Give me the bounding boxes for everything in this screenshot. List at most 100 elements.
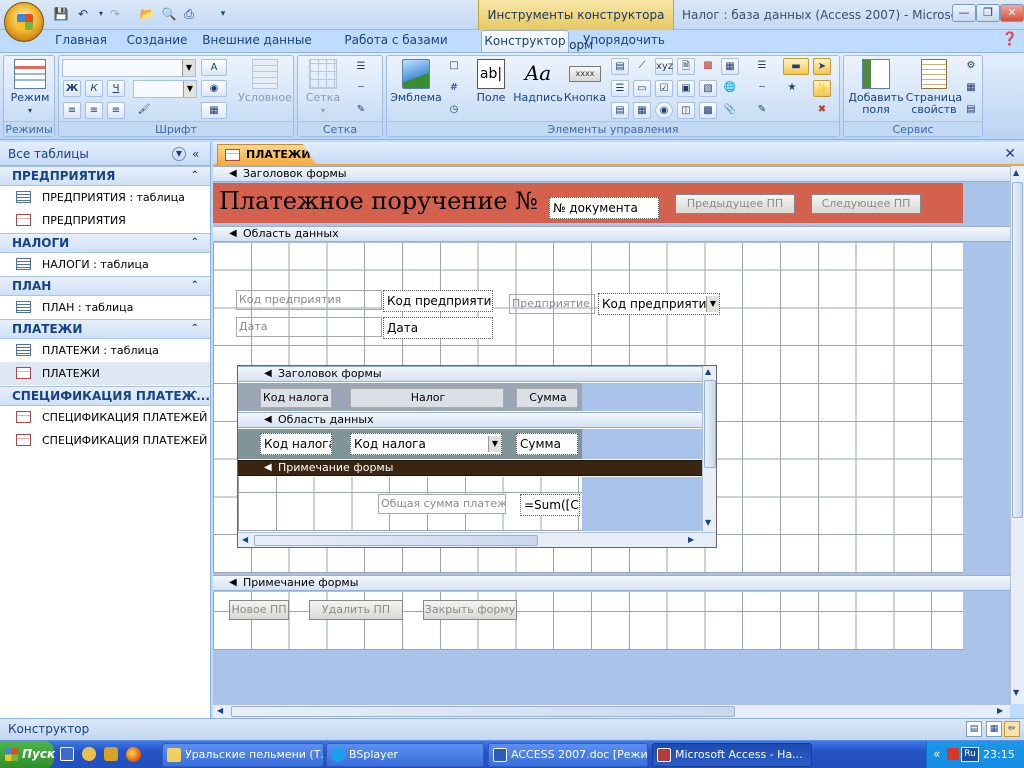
label-button[interactable]: Aa Надпись	[513, 59, 563, 104]
scroll-right-icon[interactable]: ▶	[997, 706, 1003, 715]
scroll-up-icon[interactable]: ▲	[705, 367, 711, 376]
office-button[interactable]	[4, 2, 44, 42]
font-size-combo[interactable]: ▼	[133, 80, 197, 98]
tab-database-tools[interactable]: Работа с базами данных	[322, 30, 470, 67]
line-color-icon[interactable]: ✎	[348, 102, 374, 119]
hyperlink-icon[interactable]: 🌐	[721, 80, 739, 97]
chart-icon[interactable]: ▩	[699, 58, 717, 75]
form-title-label[interactable]: Платежное поручение №	[219, 187, 538, 215]
col-tax-code-label[interactable]: Код налога	[260, 388, 332, 408]
collapse-group-icon[interactable]: ⌃	[191, 167, 199, 185]
company-code-field[interactable]: Код предприяти	[383, 290, 493, 312]
scroll-left-icon[interactable]: ◀	[217, 706, 223, 715]
align-right-icon[interactable]: ≡	[107, 102, 125, 119]
quicklaunch-app-icon[interactable]	[82, 747, 96, 761]
date-time-icon[interactable]: ◷	[445, 102, 463, 119]
scroll-thumb[interactable]	[231, 706, 735, 717]
nav-item-companies-form[interactable]: ПРЕДПРИЯТИЯ	[0, 209, 210, 232]
collapse-group-icon[interactable]: ⌃	[191, 320, 199, 338]
combo-box-icon[interactable]: ▤	[611, 102, 629, 119]
redo-icon[interactable]: ↷	[106, 5, 124, 23]
line-thickness-icon[interactable]: ☰	[348, 59, 374, 76]
language-indicator[interactable]: Ru	[961, 747, 979, 762]
design-view-status-icon[interactable]: ✏	[1004, 721, 1020, 737]
collapse-group-icon[interactable]: ⌃	[191, 277, 199, 295]
font-name-combo[interactable]: ▼	[62, 59, 196, 77]
scroll-thumb[interactable]	[254, 535, 538, 546]
logo-button[interactable]: Эмблема	[389, 59, 443, 104]
quicklaunch-tool-icon[interactable]	[104, 747, 118, 761]
firefox-icon[interactable]	[126, 747, 141, 762]
next-payment-button[interactable]: Следующее ПП	[811, 194, 921, 214]
add-fields-button[interactable]: Добавить поля	[846, 59, 906, 116]
total-sum-label[interactable]: Общая сумма платежа	[378, 494, 506, 514]
company-label[interactable]: Предприятие	[509, 294, 595, 314]
nav-item-spec-form-2[interactable]: СПЕЦИФИКАЦИЯ ПЛАТЕЖЕЙ	[0, 429, 210, 452]
field-button[interactable]: ab| Поле	[471, 59, 511, 104]
detail-bar[interactable]: ◀ Область данных	[213, 226, 1010, 242]
chevron-down-icon[interactable]: ▼	[488, 436, 501, 452]
tab-external-data[interactable]: Внешние данные	[202, 30, 312, 52]
attachment-icon[interactable]: 📎	[721, 102, 739, 119]
special-effect-icon[interactable]: ★	[783, 80, 801, 97]
chevron-down-icon[interactable]: ▼	[706, 296, 719, 312]
use-wizards-icon[interactable]: ▬	[783, 58, 809, 75]
nav-group-payments[interactable]: ПЛАТЕЖИ ⌃	[0, 319, 210, 339]
nav-item-spec-form-1[interactable]: СПЕЦИФИКАЦИЯ ПЛАТЕЖЕЙ ...	[0, 406, 210, 429]
scroll-down-icon[interactable]: ▼	[1013, 688, 1019, 697]
activex-icon[interactable]: ✖	[813, 102, 831, 119]
insert-chart-icon[interactable]: ▦	[721, 58, 739, 75]
nav-header[interactable]: Все таблицы ▼ «	[0, 142, 210, 166]
total-sum-field[interactable]: =Sum([C	[520, 494, 580, 516]
subform-control[interactable]: ◀ Заголовок формы Код налога Налог Сумма …	[237, 365, 717, 548]
form-view-status-icon[interactable]: ▤	[966, 721, 982, 737]
clock[interactable]: 23:15	[983, 741, 1015, 768]
list-box-icon[interactable]: ☰	[611, 80, 629, 97]
tab-control-icon[interactable]: ▤	[611, 58, 629, 75]
close-document-icon[interactable]: ✕	[1004, 146, 1016, 162]
fill-color-icon[interactable]: ◉	[201, 80, 227, 97]
save-icon[interactable]: 💾	[52, 5, 70, 23]
tray-app-icon[interactable]	[947, 748, 959, 760]
prev-payment-button[interactable]: Предыдущее ПП	[675, 194, 795, 214]
design-horizontal-scrollbar[interactable]: ◀ ▶	[213, 704, 1010, 718]
command-button[interactable]: xxxx Кнопка	[563, 59, 607, 104]
line-color-ctl-icon[interactable]: ✎	[749, 102, 775, 119]
col-tax-label[interactable]: Налог	[350, 388, 504, 408]
task-button-0[interactable]: Уральские пельмени (Т...	[162, 743, 324, 767]
tab-create[interactable]: Создание	[122, 30, 192, 52]
nav-group-taxes[interactable]: НАЛОГИ ⌃	[0, 233, 210, 253]
select-pointer-icon[interactable]: ➤	[813, 58, 831, 75]
scroll-left-icon[interactable]: ◀	[242, 535, 248, 544]
property-sheet-button[interactable]: Страница свойств	[904, 59, 964, 116]
company-combo[interactable]: Код предприяти ▼	[598, 293, 720, 315]
scroll-up-icon[interactable]: ▲	[1013, 168, 1019, 177]
close-form-button[interactable]: Закрыть форму	[423, 600, 517, 620]
title-icon[interactable]: □	[445, 58, 463, 75]
company-code-label[interactable]: Код предприятия	[236, 290, 382, 310]
scroll-thumb[interactable]	[1012, 182, 1023, 518]
form-header-bar[interactable]: ◀ Заголовок формы	[213, 166, 1010, 182]
page-number-icon[interactable]: #	[445, 80, 463, 97]
subform-footer-bar[interactable]: ◀ Примечание формы	[238, 460, 702, 476]
option-group-icon[interactable]: xyz	[655, 58, 673, 75]
tax-code-combo[interactable]: Код налога ▼	[350, 433, 502, 455]
tray-expand-icon[interactable]: «	[933, 741, 940, 768]
subform-vertical-scrollbar[interactable]: ▲ ▼	[702, 366, 716, 532]
view-code-icon[interactable]: ▤	[962, 102, 980, 119]
design-vertical-scrollbar[interactable]: ▲ ▼	[1010, 166, 1024, 704]
font-color-icon[interactable]: A	[201, 59, 227, 76]
checkbox-icon[interactable]: ☑	[655, 80, 673, 97]
task-button-2[interactable]: ACCESS 2007.doc [Режи...	[488, 743, 648, 767]
subform-detail-bar[interactable]: ◀ Область данных	[238, 412, 702, 428]
close-window-icon[interactable]: ✕	[1000, 4, 1024, 22]
nav-menu-chevron-icon[interactable]: ▼	[172, 147, 186, 161]
col-sum-label[interactable]: Сумма	[516, 388, 578, 408]
collapse-group-icon[interactable]: ⌃	[191, 387, 199, 405]
minimize-icon[interactable]: —	[952, 4, 976, 22]
task-button-3[interactable]: Microsoft Access - На...	[652, 743, 812, 767]
layout-view-status-icon[interactable]: ▦	[986, 721, 1002, 737]
tax-code-field[interactable]: Код налога	[260, 433, 332, 455]
date-label[interactable]: Дата	[236, 317, 382, 337]
align-center-icon[interactable]: ≡	[85, 102, 103, 119]
